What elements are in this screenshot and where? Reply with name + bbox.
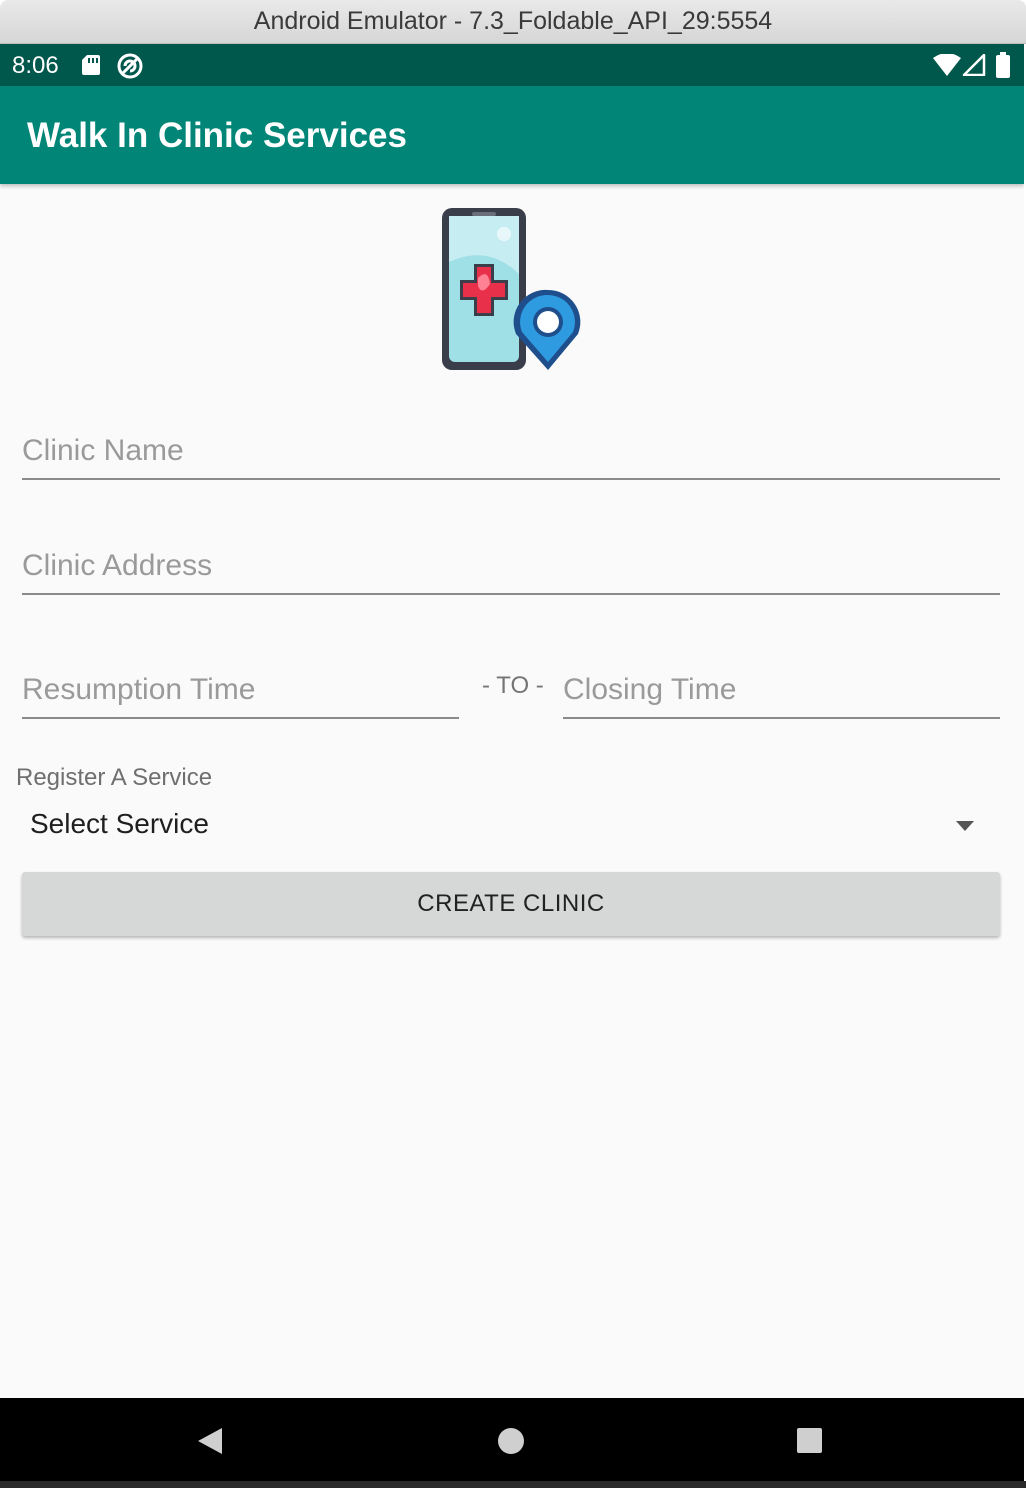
register-service-label: Register A Service bbox=[16, 764, 213, 791]
clinic-name-input[interactable] bbox=[22, 427, 1000, 480]
status-time: 8:06 bbox=[12, 52, 59, 79]
service-dropdown-value: Select Service bbox=[30, 808, 209, 839]
emulator-title-bar: Android Emulator - 7.3_Foldable_API_29:5… bbox=[0, 0, 1026, 44]
to-separator-label: - TO - bbox=[482, 672, 544, 699]
wifi-icon bbox=[933, 54, 961, 76]
clinic-address-input[interactable] bbox=[22, 542, 1000, 595]
closing-time-input[interactable] bbox=[563, 666, 1000, 719]
battery-icon bbox=[996, 52, 1010, 78]
service-dropdown[interactable]: Select Service bbox=[16, 796, 1000, 852]
sync-icon bbox=[117, 53, 143, 79]
back-icon[interactable] bbox=[196, 1426, 224, 1456]
status-bar: 8:06 bbox=[0, 44, 1024, 86]
app-bar: Walk In Clinic Services bbox=[0, 86, 1024, 184]
emulator-title: Android Emulator - 7.3_Foldable_API_29:5… bbox=[253, 7, 773, 35]
device-screen: 8:06 Walk In Clinic Services Clinic Name… bbox=[0, 44, 1024, 1481]
sd-card-icon bbox=[82, 55, 100, 75]
emulator-frame-bottom bbox=[0, 1481, 1026, 1488]
create-clinic-button[interactable]: CREATE CLINIC bbox=[22, 872, 1000, 936]
resumption-time-input[interactable] bbox=[22, 666, 459, 719]
recents-icon[interactable] bbox=[796, 1427, 823, 1454]
home-icon[interactable] bbox=[497, 1427, 525, 1455]
navigation-bar bbox=[0, 1398, 1024, 1481]
app-title: Walk In Clinic Services bbox=[27, 116, 407, 155]
dropdown-arrow-icon bbox=[956, 821, 974, 831]
phone-medical-location-icon bbox=[442, 208, 581, 370]
cell-signal-icon bbox=[962, 54, 986, 76]
